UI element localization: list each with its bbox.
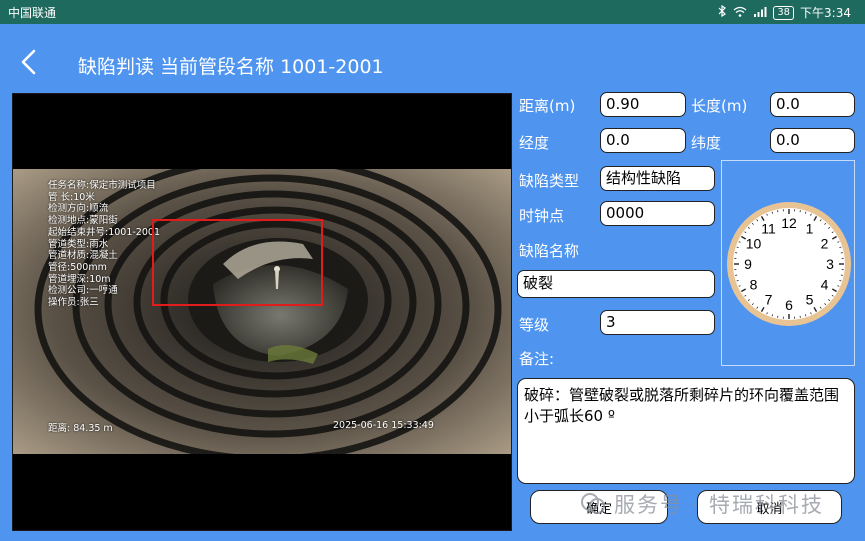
overlay-line: 管 长:10米: [48, 191, 95, 203]
overlay-line: 检测公司:一哼通: [48, 285, 118, 297]
overlay-line: 管径:500mm: [48, 261, 107, 273]
overlay-line: 检测地点:蒙阳街: [48, 215, 118, 227]
clock-point-input[interactable]: 0000: [600, 201, 715, 226]
defect-name-label: 缺陷名称: [519, 242, 580, 260]
pipe-frame-image: [13, 94, 511, 530]
overlay-line: 管道材质:混凝土: [48, 250, 118, 262]
status-bar: 中国联通 38 下午3:34: [0, 0, 865, 24]
status-icons: 38 下午3:34: [718, 4, 851, 21]
bluetooth-icon: [718, 4, 727, 20]
cancel-label: 取消: [756, 501, 783, 517]
overlay-line: 操作员:张三: [48, 297, 99, 309]
clock-number: 6: [785, 297, 793, 313]
carrier-name: 中国联通: [8, 6, 57, 20]
defect-marker-box[interactable]: [152, 219, 323, 306]
clock-number: 1: [806, 220, 814, 236]
overlay-line: 检测方向:顺流: [48, 203, 109, 215]
clock-number: 4: [821, 277, 829, 293]
latitude-input[interactable]: 0.0: [770, 128, 855, 153]
grade-input[interactable]: 3: [600, 310, 715, 335]
confirm-button[interactable]: 确定: [530, 490, 668, 524]
defect-type-select[interactable]: 结构性缺陷: [600, 166, 715, 191]
longitude-label: 经度: [519, 134, 550, 152]
back-button[interactable]: [18, 48, 40, 76]
clock-number: 3: [826, 256, 834, 272]
distance-label: 距离(m): [519, 97, 576, 115]
length-label: 长度(m): [691, 97, 748, 115]
grade-label: 等级: [519, 316, 550, 334]
clock-number: 12: [781, 215, 797, 231]
clock-number: 7: [765, 292, 773, 308]
clock-number: 9: [744, 256, 752, 272]
clock-number: 10: [746, 236, 762, 252]
cancel-button[interactable]: 取消: [697, 490, 842, 524]
video-timestamp: 2025-06-16 15:33:49: [333, 420, 434, 431]
overlay-line: 管道类型:雨水: [48, 238, 109, 250]
clock-number: 5: [806, 292, 814, 308]
length-input[interactable]: 0.0: [770, 92, 855, 117]
confirm-label: 确定: [585, 501, 612, 517]
page-header: 缺陷判读 当前管段名称 1001-2001: [0, 24, 865, 86]
clock-dial-panel[interactable]: 12 1 2 3 4 5 6 7 8 9 10 11: [721, 160, 855, 366]
chevron-left-icon: [21, 49, 36, 75]
clock-point-label: 时钟点: [519, 207, 565, 225]
clock-number: 8: [750, 277, 758, 293]
distance-input[interactable]: 0.90: [600, 92, 686, 117]
status-time: 下午3:34: [800, 6, 851, 20]
overlay-line: 管道埋深:10m: [48, 273, 111, 285]
latitude-label: 纬度: [691, 134, 722, 152]
defect-type-label: 缺陷类型: [519, 172, 580, 190]
defect-name-select[interactable]: 破裂: [517, 270, 715, 298]
clock-number: 2: [821, 236, 829, 252]
clock-dial[interactable]: 12 12 3 45678 9 1011: [722, 161, 856, 367]
clock-number: 11: [761, 220, 776, 236]
wifi-icon: [733, 6, 747, 20]
longitude-input[interactable]: 0.0: [600, 128, 686, 153]
inspection-video[interactable]: 任务名称:保定市测试项目 管 长:10米 检测方向:顺流 检测地点:蒙阳街 起始…: [12, 93, 512, 531]
video-info-overlay: 任务名称:保定市测试项目 管 长:10米 检测方向:顺流 检测地点:蒙阳街 起始…: [48, 180, 160, 309]
overlay-line: 起始结束井号:1001-2001: [48, 226, 160, 238]
remark-label: 备注:: [519, 350, 555, 368]
page-title: 缺陷判读 当前管段名称 1001-2001: [78, 56, 384, 78]
video-distance: 距离: 84.35 m: [48, 423, 113, 434]
signal-icon: [753, 6, 767, 20]
battery-level: 38: [773, 5, 795, 20]
overlay-line: 任务名称:保定市测试项目: [48, 180, 156, 191]
remark-textarea[interactable]: 破碎：管壁破裂或脱落所剩碎片的环向覆盖范围小于弧长60 º: [517, 378, 855, 484]
